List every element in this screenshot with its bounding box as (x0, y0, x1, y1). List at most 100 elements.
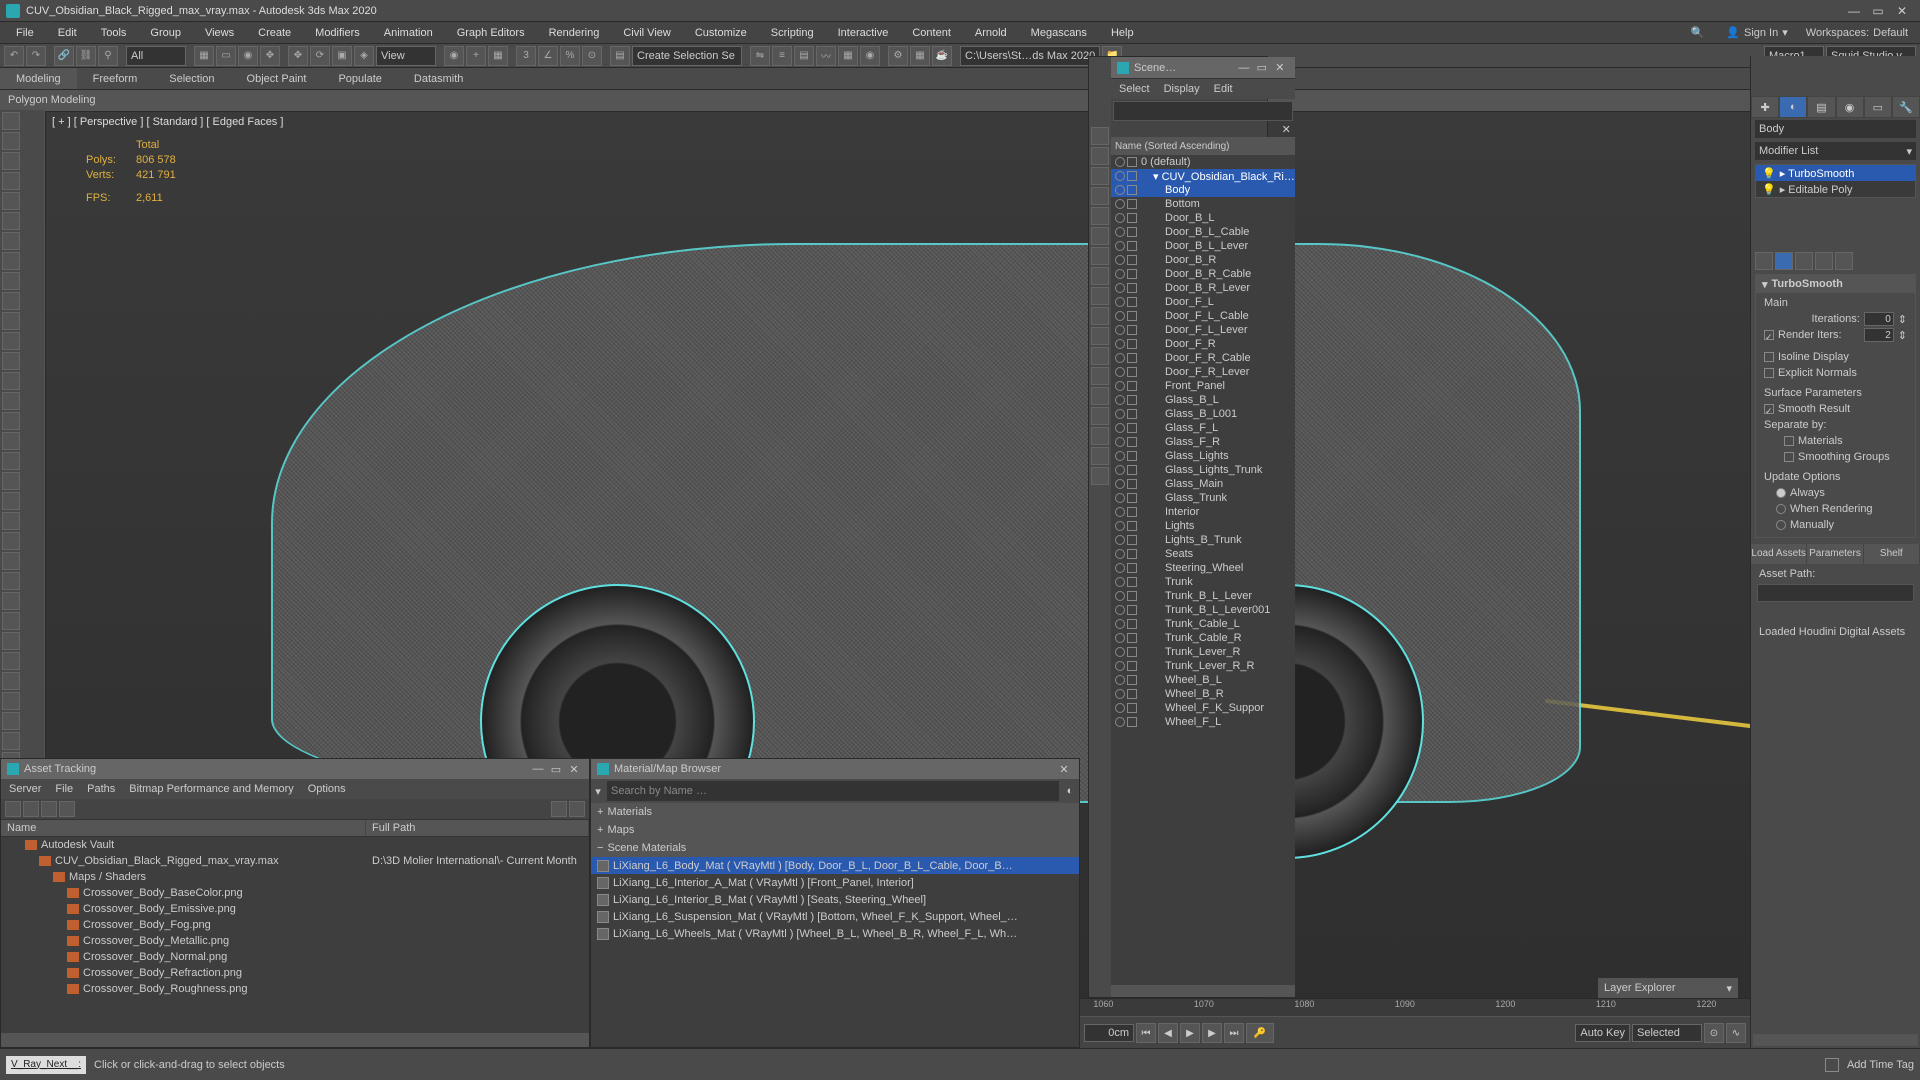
freeze-icon[interactable] (1127, 381, 1137, 391)
left-tool-8[interactable] (2, 272, 20, 290)
visibility-icon[interactable] (1115, 605, 1125, 615)
scene-item[interactable]: Trunk_Cable_R (1111, 631, 1295, 645)
material-item[interactable]: LiXiang_L6_Interior_A_Mat ( VRayMtl ) [F… (591, 874, 1079, 891)
scene-tool-13[interactable] (1091, 387, 1109, 405)
angle-snap-button[interactable]: ∠ (538, 46, 558, 66)
visibility-icon[interactable] (1115, 563, 1125, 573)
asset-menu-options[interactable]: Options (308, 783, 346, 795)
scene-item[interactable]: Glass_Trunk (1111, 491, 1295, 505)
menu-graph-editors[interactable]: Graph Editors (445, 22, 537, 43)
freeze-icon[interactable] (1127, 171, 1137, 181)
menu-tools[interactable]: Tools (89, 22, 139, 43)
mat-panel-titlebar[interactable]: Material/Map Browser ✕ (591, 759, 1079, 779)
scene-item[interactable]: Glass_Lights (1111, 449, 1295, 463)
freeze-icon[interactable] (1127, 577, 1137, 587)
freeze-icon[interactable] (1127, 717, 1137, 727)
scene-item[interactable]: Trunk_Lever_R_R (1111, 659, 1295, 673)
scene-tool-12[interactable] (1091, 367, 1109, 385)
freeze-icon[interactable] (1127, 199, 1137, 209)
visibility-icon[interactable] (1115, 675, 1125, 685)
sep-materials-check[interactable] (1784, 436, 1794, 446)
cmd-hscroll[interactable] (1753, 1034, 1918, 1046)
add-time-tag-label[interactable]: Add Time Tag (1847, 1059, 1914, 1071)
visibility-icon[interactable] (1115, 717, 1125, 727)
freeze-icon[interactable] (1127, 535, 1137, 545)
select-manip-button[interactable]: ✥ (260, 46, 280, 66)
scene-item[interactable]: Door_B_L_Lever (1111, 239, 1295, 253)
make-unique-button[interactable] (1795, 252, 1813, 270)
menu-help[interactable]: Help (1099, 22, 1146, 43)
asset-tool-4[interactable] (59, 801, 75, 817)
menu-create[interactable]: Create (246, 22, 303, 43)
material-item[interactable]: LiXiang_L6_Suspension_Mat ( VRayMtl ) [B… (591, 908, 1079, 925)
goto-end-button[interactable]: ⏭ (1224, 1023, 1244, 1043)
pin-stack-button[interactable] (1755, 252, 1773, 270)
freeze-icon[interactable] (1127, 311, 1137, 321)
visibility-icon[interactable] (1115, 549, 1125, 559)
menu-content[interactable]: Content (900, 22, 963, 43)
scene-item[interactable]: ▾ CUV_Obsidian_Black_Ri… (1111, 169, 1295, 183)
schematic-button[interactable]: ▦ (838, 46, 858, 66)
left-tool-26[interactable] (2, 632, 20, 650)
freeze-icon[interactable] (1127, 521, 1137, 531)
asset-row[interactable]: Crossover_Body_Roughness.png (1, 981, 589, 997)
material-item[interactable]: LiXiang_L6_Body_Mat ( VRayMtl ) [Body, D… (591, 857, 1079, 874)
scene-item[interactable]: Door_B_R_Cable (1111, 267, 1295, 281)
move-button[interactable]: ✥ (288, 46, 308, 66)
freeze-icon[interactable] (1127, 451, 1137, 461)
project-path-dropdown[interactable]: C:\Users\St…ds Max 2020 (960, 46, 1100, 66)
left-tool-11[interactable] (2, 332, 20, 350)
param-tab-shelf[interactable]: Shelf (1864, 544, 1920, 564)
time-tag-check[interactable] (1825, 1058, 1839, 1072)
freeze-icon[interactable] (1127, 339, 1137, 349)
next-frame-button[interactable]: ▶ (1202, 1023, 1222, 1043)
asset-row[interactable]: Crossover_Body_Fog.png (1, 917, 589, 933)
scene-tool-6[interactable] (1091, 247, 1109, 265)
scene-item[interactable]: Door_B_L (1111, 211, 1295, 225)
asset-row[interactable]: Crossover_Body_Refraction.png (1, 965, 589, 981)
scene-menu-edit[interactable]: Edit (1214, 83, 1233, 95)
asset-panel-titlebar[interactable]: Asset Tracking — ▭ ✕ (1, 759, 589, 779)
material-editor-button[interactable]: ◉ (860, 46, 880, 66)
freeze-icon[interactable] (1127, 703, 1137, 713)
unlink-button[interactable]: ⛓ (76, 46, 96, 66)
scene-close-button[interactable]: ✕ (1271, 61, 1289, 74)
scene-item[interactable]: Glass_B_L (1111, 393, 1295, 407)
modifier-list-dropdown[interactable]: Modifier List▾ (1755, 142, 1916, 160)
scene-tool-1[interactable] (1091, 147, 1109, 165)
visibility-icon[interactable] (1115, 423, 1125, 433)
signin-button[interactable]: 👤 Sign In ▾ (1716, 26, 1797, 39)
close-button[interactable]: ✕ (1890, 2, 1914, 20)
material-item[interactable]: LiXiang_L6_Interior_B_Mat ( VRayMtl ) [S… (591, 891, 1079, 908)
menu-interactive[interactable]: Interactive (826, 22, 901, 43)
left-tool-5[interactable] (2, 212, 20, 230)
asset-row[interactable]: Crossover_Body_Emissive.png (1, 901, 589, 917)
freeze-icon[interactable] (1127, 479, 1137, 489)
freeze-icon[interactable] (1127, 493, 1137, 503)
scene-item[interactable]: Lights (1111, 519, 1295, 533)
undo-button[interactable]: ↶ (4, 46, 24, 66)
menu-animation[interactable]: Animation (372, 22, 445, 43)
freeze-icon[interactable] (1127, 605, 1137, 615)
scene-item[interactable]: Door_F_R_Lever (1111, 365, 1295, 379)
menu-modifiers[interactable]: Modifiers (303, 22, 372, 43)
left-tool-7[interactable] (2, 252, 20, 270)
asset-path-input[interactable] (1757, 584, 1914, 602)
mat-menu-button[interactable]: ▾ (591, 785, 605, 798)
scene-item[interactable]: Trunk (1111, 575, 1295, 589)
asset-hscroll[interactable] (1, 1033, 589, 1047)
freeze-icon[interactable] (1127, 367, 1137, 377)
scene-item[interactable]: Body (1111, 183, 1295, 197)
goto-start-button[interactable]: ⏮ (1136, 1023, 1156, 1043)
visibility-icon[interactable] (1115, 535, 1125, 545)
scene-menu-display[interactable]: Display (1164, 83, 1200, 95)
show-end-button[interactable] (1775, 252, 1793, 270)
left-tool-31[interactable] (2, 732, 20, 750)
asset-row[interactable]: Crossover_Body_BaseColor.png (1, 885, 589, 901)
menu-file[interactable]: File (4, 22, 46, 43)
ribbon-tab-modeling[interactable]: Modeling (0, 68, 77, 89)
freeze-icon[interactable] (1127, 297, 1137, 307)
scene-min-button[interactable]: — (1235, 62, 1253, 74)
asset-row[interactable]: Autodesk Vault (1, 837, 589, 853)
minimize-button[interactable]: — (1842, 2, 1866, 20)
